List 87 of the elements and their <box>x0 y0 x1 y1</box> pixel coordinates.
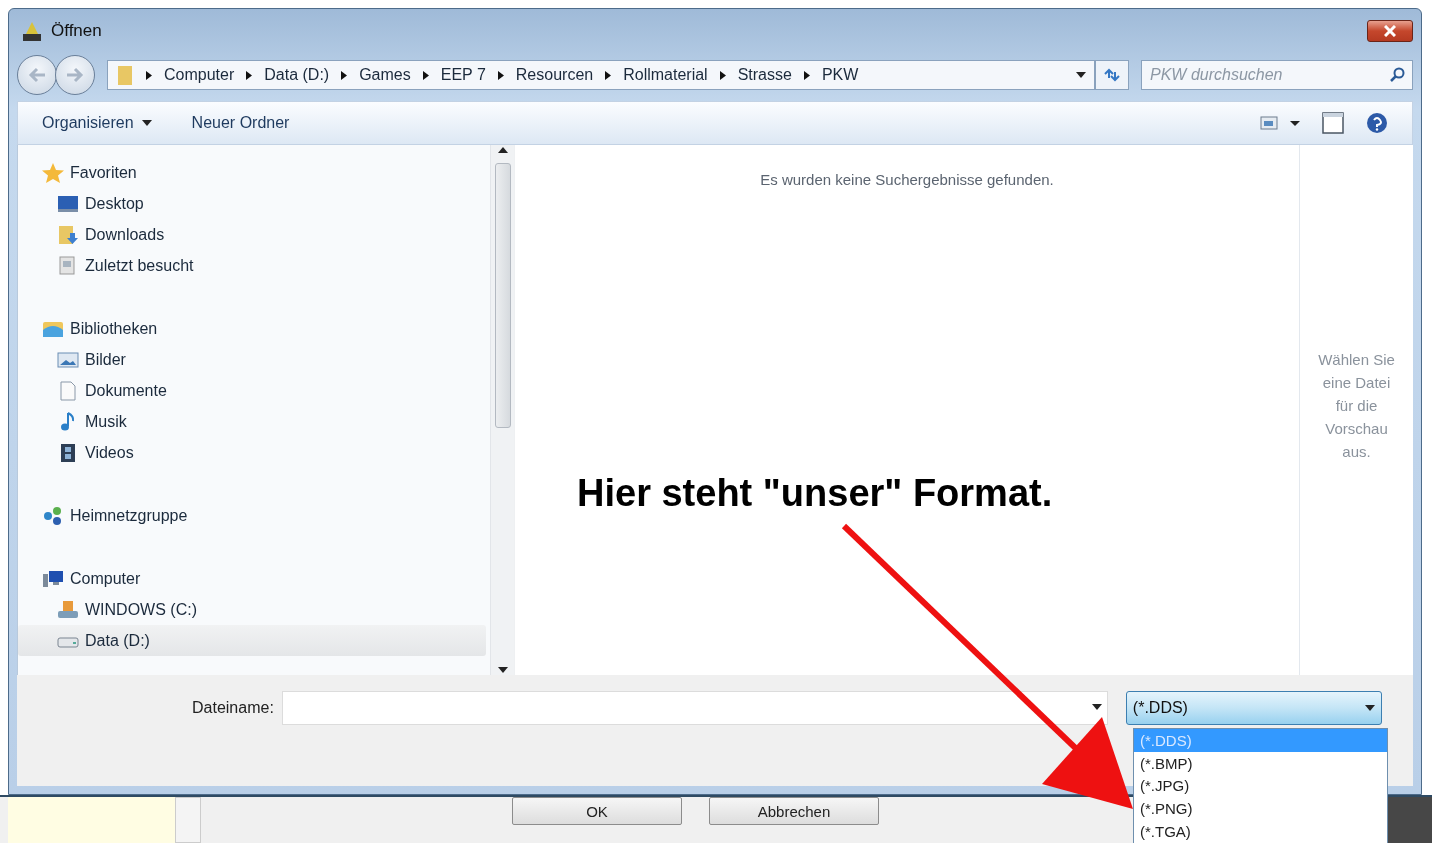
breadcrumb-item[interactable]: Computer <box>164 66 235 84</box>
close-button[interactable] <box>1367 20 1413 42</box>
refresh-button[interactable] <box>1095 60 1129 90</box>
forward-arrow-icon <box>66 67 84 83</box>
navigation-item[interactable]: Videos <box>18 437 486 468</box>
scrollbar[interactable] <box>490 145 514 675</box>
help-icon[interactable] <box>1366 112 1388 134</box>
preview-message: Wählen Sie eine Datei für die Vorschau aus. <box>1317 349 1396 462</box>
navigation-label: Musik <box>85 412 127 431</box>
library-icon <box>42 319 64 338</box>
empty-message: Es wurden keine Suchergebnisse gefunden. <box>760 171 1054 188</box>
caret-icon <box>141 120 152 126</box>
chevron-icon <box>719 70 726 80</box>
navigation-label: Dokumente <box>85 381 167 400</box>
navigation-item[interactable]: Dokumente <box>18 375 486 406</box>
navigation-label: Desktop <box>85 194 144 213</box>
network-icon <box>42 505 64 526</box>
navigation-label: Computer <box>70 569 141 588</box>
navigation-item[interactable]: Computer <box>18 563 486 594</box>
breadcrumb-item[interactable]: Data (D:) <box>264 66 330 84</box>
folder-icon <box>116 64 134 86</box>
system-drive-icon <box>57 599 79 620</box>
navigation-item[interactable]: Data (D:) <box>18 625 486 656</box>
navigation-label: Downloads <box>85 225 165 244</box>
chevron-icon <box>246 70 253 80</box>
back-arrow-icon <box>28 67 46 83</box>
dropdown-caret-icon <box>1076 72 1086 78</box>
chevron-icon <box>146 70 152 80</box>
breadcrumb-item[interactable]: Rollmaterial <box>623 66 708 84</box>
close-icon <box>1384 25 1396 37</box>
monitor-icon <box>57 194 79 213</box>
navigation-item[interactable]: Bibliotheken <box>18 313 486 344</box>
search-field[interactable]: PKW durchsuchen <box>1141 60 1413 90</box>
back-button[interactable] <box>17 55 57 95</box>
dialog-button[interactable]: OK <box>512 797 682 825</box>
forward-button[interactable] <box>55 55 95 95</box>
file-type-dropdown[interactable]: (*.DDS) <box>1125 691 1382 725</box>
navigation-item[interactable]: Downloads <box>18 219 486 250</box>
breadcrumb-item[interactable]: PKW <box>821 66 859 84</box>
window-title: Öffnen <box>51 21 103 41</box>
toolbar-button[interactable]: Neuer Ordner <box>191 110 290 136</box>
preview-pane-icon[interactable] <box>1322 112 1344 134</box>
filename-label: Dateiname: <box>192 699 274 717</box>
computer-icon <box>42 568 64 589</box>
navigation-label: Data (D:) <box>85 631 150 650</box>
chevron-icon <box>803 70 810 80</box>
image-icon <box>57 350 79 369</box>
address-bar[interactable]: Computer Data (D:) Games EEP 7 Resourcen Rollmaterial Strasse PKW <box>107 60 1095 90</box>
chevron-icon <box>422 70 429 80</box>
refresh-icon <box>1103 68 1121 82</box>
desktop-background <box>1388 797 1432 843</box>
navigation-label: WINDOWS (C:) <box>85 600 197 619</box>
navigation-label: Favoriten <box>70 163 137 182</box>
navigation-item[interactable]: Musik <box>18 406 486 437</box>
navigation-item[interactable]: Heimnetzgruppe <box>18 500 486 531</box>
navigation-item[interactable]: WINDOWS (C:) <box>18 594 486 625</box>
dropdown-caret-icon <box>1364 705 1375 711</box>
app-icon <box>21 20 43 42</box>
breadcrumb-item[interactable]: Resourcen <box>515 66 594 84</box>
dropdown-caret-icon <box>1091 704 1102 710</box>
annotation-text: Hier steht "unser" Format. <box>577 472 1053 515</box>
scroll-up-icon <box>497 147 508 153</box>
dialog-button[interactable]: Abbrechen <box>709 797 879 825</box>
breadcrumb-item[interactable]: Strasse <box>737 66 792 84</box>
search-icon <box>1389 67 1405 83</box>
navigation-item[interactable]: Bilder <box>18 344 486 375</box>
navigation-item[interactable]: Desktop <box>18 188 486 219</box>
chevron-icon <box>605 70 612 80</box>
scroll-down-icon <box>497 667 508 673</box>
navigation-label: Bibliotheken <box>70 319 158 338</box>
breadcrumb-item[interactable]: EEP 7 <box>440 66 486 84</box>
document-icon <box>57 380 79 401</box>
star-icon <box>42 162 64 183</box>
navigation-label: Videos <box>85 443 134 462</box>
navigation-item[interactable]: Zuletzt besucht <box>18 250 486 281</box>
chevron-icon <box>341 70 348 80</box>
breadcrumb-item[interactable]: Games <box>359 66 411 84</box>
chevron-icon <box>497 70 504 80</box>
filename-field[interactable] <box>281 691 1108 725</box>
navigation-item[interactable]: Favoriten <box>18 157 486 188</box>
view-icon[interactable] <box>1260 115 1300 131</box>
navigation-label: Heimnetzgruppe <box>70 506 188 525</box>
scrollbar-thumb[interactable] <box>494 162 511 428</box>
navigation-label: Zuletzt besucht <box>85 256 194 275</box>
toolbar-button[interactable]: Organisieren <box>42 110 152 136</box>
navigation-label: Bilder <box>85 350 126 369</box>
folder-download-icon <box>57 224 79 245</box>
